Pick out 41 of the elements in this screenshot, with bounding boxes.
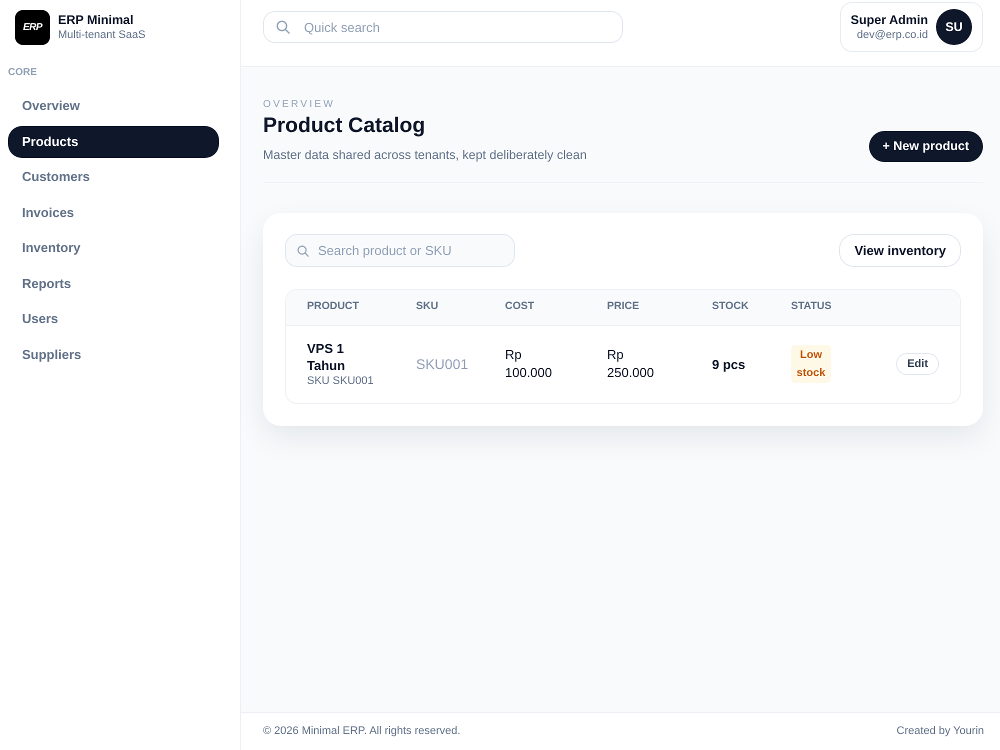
copyright-text: © 2026 Minimal ERP. All rights reserved. [263,724,460,740]
sku-cell: SKU001 [416,356,468,372]
sidebar-item[interactable]: Customers [8,161,219,193]
column-header: COST [493,290,595,325]
search-field[interactable]: Quick search [263,11,623,43]
logo: ERP [15,10,50,45]
brand-subtitle: Multi-tenant SaaS [58,28,146,42]
column-header: PRODUCT [286,290,404,325]
column-header: PRICE [595,290,700,325]
sidebar-item[interactable]: Overview [8,90,219,122]
avatar: SU [936,9,972,45]
edit-button[interactable]: Edit [896,353,939,376]
column-header: STATUS [779,290,854,325]
product-name: VPS 1 Tahun [307,340,346,374]
price-cell-text: Rp 250.000 [607,346,655,382]
user-menu[interactable]: Super Admin dev@erp.co.id SU [840,2,983,52]
column-header: STOCK [700,290,779,325]
search-icon [297,244,309,256]
user-name: Super Admin [850,12,928,28]
sidebar-item[interactable]: Invoices [8,196,219,228]
sidebar-item[interactable]: Suppliers [8,338,219,370]
new-product-button[interactable]: + New product [868,131,983,162]
sidebar-item[interactable]: Inventory [8,232,219,264]
status-tag: Low stock [791,345,831,384]
stock-cell: 9 pcs [712,356,746,372]
search-field[interactable]: Search product or SKU [285,234,515,267]
page-eyebrow: OVERVIEW [263,99,336,111]
credit-text: Created by Yourin [896,724,984,740]
page-subtitle: Master data shared across tenants, kept deliberately clean [263,147,587,163]
page-title: Product Catalog [263,113,426,139]
product-sku: SKU SKU001 [307,374,374,388]
view-inventory-button[interactable]: View inventory [839,234,961,267]
cost-cell-text: Rp 100.000 [505,346,553,382]
search-icon [276,20,290,34]
user-email: dev@erp.co.id [856,28,928,42]
brand-name: ERP Minimal [58,13,134,28]
sidebar-item[interactable]: Products [8,126,219,158]
section-label: CORE [8,67,37,79]
sidebar-item[interactable]: Reports [8,268,219,300]
column-header: SKU [404,290,493,325]
sidebar-item[interactable]: Users [8,303,219,335]
